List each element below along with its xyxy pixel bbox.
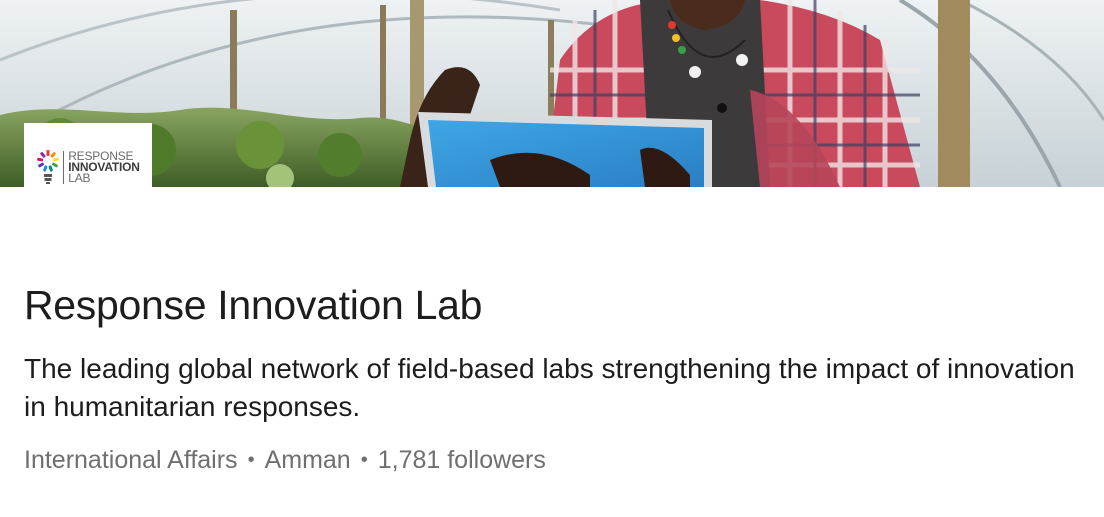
- lightbulb-icon: [37, 150, 60, 184]
- cover-image: [0, 0, 1104, 187]
- company-meta: International Affairs • Amman • 1,781 follow…: [24, 443, 546, 477]
- logo-mark: RESPONSE INNOVATION LAB: [36, 147, 140, 187]
- company-logo[interactable]: RESPONSE INNOVATION LAB: [24, 123, 152, 211]
- logo-wordmark: RESPONSE INNOVATION LAB: [63, 150, 140, 185]
- company-location: Amman: [264, 446, 351, 474]
- page-title: Response Innovation Lab: [24, 282, 483, 328]
- company-industry: International Affairs: [24, 446, 238, 474]
- separator-dot: •: [360, 449, 368, 471]
- company-tagline: The leading global network of field-base…: [24, 353, 1075, 422]
- company-page: RESPONSE INNOVATION LAB Response Innovat…: [0, 0, 1104, 517]
- logo-line-3: LAB: [68, 170, 91, 185]
- greenhouse-farmer-tablet-image: [0, 0, 1104, 187]
- company-followers[interactable]: 1,781 followers: [378, 446, 546, 474]
- separator-dot: •: [247, 449, 255, 471]
